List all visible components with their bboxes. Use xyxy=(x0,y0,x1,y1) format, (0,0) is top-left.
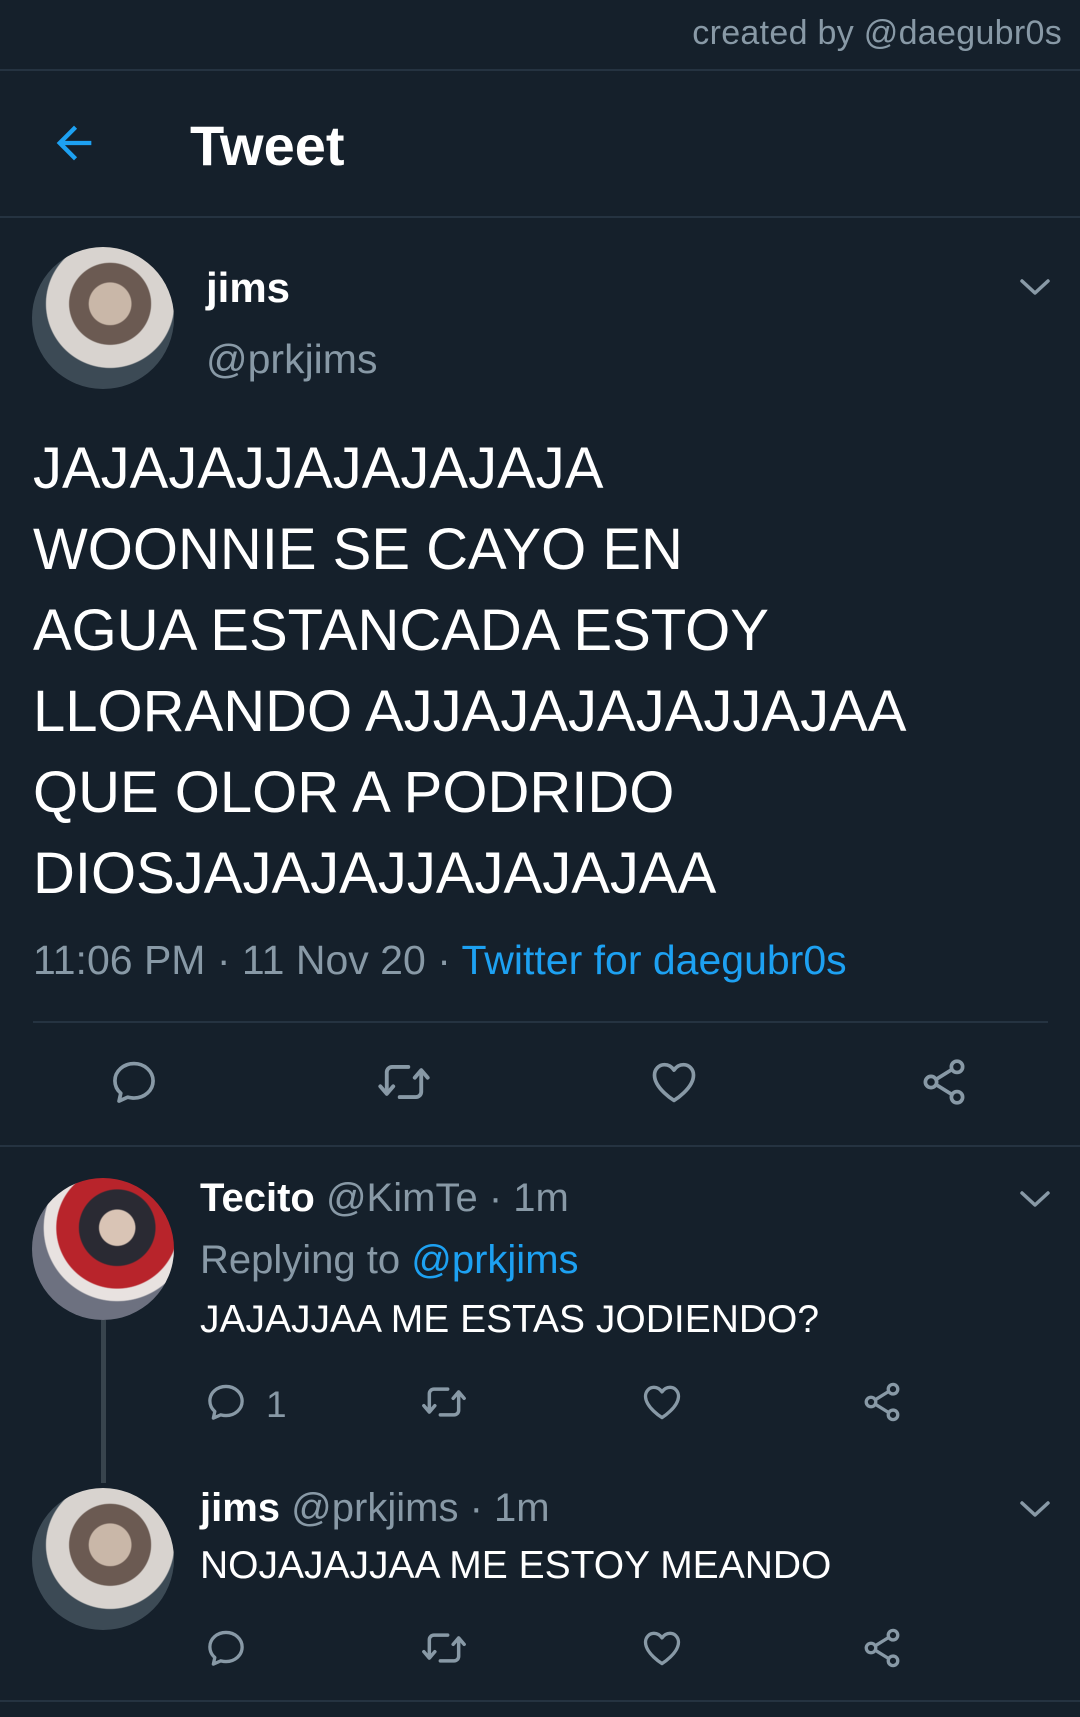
avatar[interactable] xyxy=(32,247,174,389)
reply-header: jims @prkjims · 1m xyxy=(200,1486,550,1531)
reply-author-name[interactable]: Tecito xyxy=(200,1176,315,1220)
tweet-text: JAJAJAJJAJAJAJAJA WOONNIE SE CAYO EN AGU… xyxy=(33,436,907,906)
thread-line xyxy=(101,1320,106,1483)
avatar[interactable] xyxy=(32,1178,174,1320)
meta-divider xyxy=(33,1021,1048,1023)
meta-separator: · xyxy=(437,937,451,983)
like-icon[interactable] xyxy=(648,1056,700,1108)
author-handle[interactable]: @prkjims xyxy=(206,336,377,383)
meta-separator: · xyxy=(216,937,231,983)
like-icon[interactable] xyxy=(640,1626,684,1670)
share-icon[interactable] xyxy=(918,1056,970,1108)
retweet-icon[interactable] xyxy=(420,1626,468,1670)
share-icon[interactable] xyxy=(860,1380,904,1424)
replying-to-line: Replying to @prkjims xyxy=(200,1238,579,1283)
page-title: Tweet xyxy=(190,114,345,177)
header-divider xyxy=(0,216,1080,218)
top-divider xyxy=(0,69,1080,71)
actions-divider xyxy=(0,1145,1080,1147)
reply-author-handle[interactable]: @KimTe xyxy=(326,1176,478,1220)
reply-header: Tecito @KimTe · 1m xyxy=(200,1176,569,1221)
retweet-icon[interactable] xyxy=(376,1056,432,1108)
author-name[interactable]: jims xyxy=(206,264,290,312)
avatar[interactable] xyxy=(32,1488,174,1630)
bottom-divider xyxy=(0,1700,1080,1702)
creator-credit: created by @daegubr0s xyxy=(692,14,1062,52)
replying-to-handle[interactable]: @prkjims xyxy=(411,1238,578,1282)
reply-text: NOJAJAJJAA ME ESTOY MEANDO xyxy=(200,1544,832,1587)
tweet-date: 11 Nov 20 xyxy=(241,937,426,983)
tweet-source[interactable]: Twitter for daegubr0s xyxy=(462,937,847,983)
reply-author-handle[interactable]: @prkjims xyxy=(291,1486,458,1530)
meta-separator: · xyxy=(488,1176,503,1220)
reply-age: 1m xyxy=(494,1486,550,1530)
tweet-time: 11:06 PM xyxy=(33,937,206,983)
reply-icon[interactable] xyxy=(108,1056,160,1108)
reply-icon[interactable] xyxy=(204,1626,248,1670)
reply-age: 1m xyxy=(513,1176,569,1220)
chevron-down-icon[interactable] xyxy=(1018,1188,1052,1210)
chevron-down-icon[interactable] xyxy=(1018,276,1052,298)
reply-count: 1 xyxy=(266,1384,287,1425)
replying-to-label: Replying to xyxy=(200,1238,401,1282)
chevron-down-icon[interactable] xyxy=(1018,1498,1052,1520)
like-icon[interactable] xyxy=(640,1380,684,1424)
meta-separator: · xyxy=(469,1486,483,1530)
reply-author-name[interactable]: jims xyxy=(200,1486,280,1530)
tweet-meta: 11:06 PM · 11 Nov 20 · Twitter for daegu… xyxy=(33,937,847,984)
reply-icon[interactable] xyxy=(204,1380,248,1424)
reply-text: JAJAJJAA ME ESTAS JODIENDO? xyxy=(200,1298,820,1341)
retweet-icon[interactable] xyxy=(420,1380,468,1424)
share-icon[interactable] xyxy=(860,1626,904,1670)
arrow-left-icon[interactable] xyxy=(48,117,100,169)
